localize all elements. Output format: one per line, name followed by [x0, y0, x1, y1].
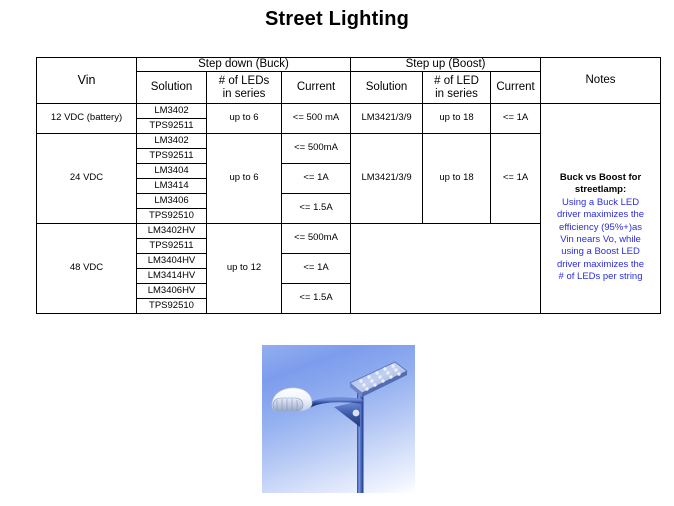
notes-title: Buck vs Boost for streetlamp: [541, 172, 660, 196]
header-buck-leds-line1: # of LEDs [218, 74, 270, 87]
cell-buck-solution-0-0: LM3402 [136, 103, 207, 120]
cell-buck-solution-1-2: LM3404 [136, 163, 207, 180]
cell-buck-solution-2-1: TPS92511 [136, 238, 207, 255]
header-step-down: Step down (Buck) [135, 56, 352, 73]
cell-buck-solution-2-0: LM3402HV [136, 223, 207, 240]
cell-vin-0: 12 VDC (battery) [36, 103, 137, 135]
cell-buck-solution-1-3: LM3414 [136, 178, 207, 195]
cell-buck-current-1-1: <= 1A [280, 163, 352, 195]
cell-boost-solution-0: LM3421/3/9 [350, 103, 424, 135]
header-boost-current: Current [490, 71, 542, 105]
header-buck-leds-line2: in series [222, 87, 266, 100]
solutions-table: Vin Step down (Buck) Step up (Boost) Not… [36, 56, 662, 315]
cell-vin-2: 48 VDC [36, 223, 137, 315]
cell-buck-current-1-0: <= 500mA [280, 133, 352, 165]
street-lamp-photo [262, 345, 415, 493]
cell-buck-solution-2-3: LM3414HV [136, 268, 207, 285]
notes-title-line1: Buck vs Boost for [559, 172, 642, 184]
header-vin: Vin [36, 56, 137, 105]
cell-buck-leds-1: up to 6 [206, 133, 282, 225]
cell-buck-current-2-2: <= 1.5A [280, 283, 352, 315]
bracket-hole [352, 409, 360, 417]
cell-buck-current-2-1: <= 1A [280, 253, 352, 285]
led-panel [349, 361, 408, 397]
cell-buck-solution-2-4: LM3406HV [136, 283, 207, 300]
cell-buck-current-0-0: <= 500 mA [280, 103, 352, 135]
cell-buck-leds-0: up to 6 [206, 103, 282, 135]
header-boost-leds: # of LED in series [422, 71, 492, 105]
street-lamp-illustration [271, 361, 408, 493]
header-buck-leds: # of LEDs in series [206, 71, 282, 105]
cell-buck-solution-2-2: LM3404HV [136, 253, 207, 270]
notes-body-line6: driver maximizes the [556, 258, 645, 270]
cell-buck-solution-1-1: TPS92511 [136, 148, 207, 165]
notes-body: Using a Buck LED driver maximizes the ef… [541, 196, 660, 283]
cell-boost-current-0: <= 1A [490, 103, 542, 135]
header-buck-current: Current [280, 71, 352, 105]
header-boost-leds-line1: # of LED [434, 74, 479, 87]
lamp-head [271, 387, 313, 412]
cell-buck-current-2-0: <= 500mA [280, 223, 352, 255]
cell-buck-solution-1-0: LM3402 [136, 133, 207, 150]
header-boost-solution: Solution [350, 71, 424, 105]
table-row: 12 VDC (battery) LM3402 up to 6 <= 500 m… [36, 103, 662, 315]
cell-boost-leds-1: up to 18 [422, 133, 492, 225]
cell-vin-1: 24 VDC [36, 133, 137, 225]
header-buck-solution: Solution [136, 71, 207, 105]
notes-body-line3: efficiency (95%+)as [559, 221, 643, 233]
table-group-header-row: Vin Step down (Buck) Step up (Boost) Not… [36, 56, 662, 105]
cell-buck-solution-1-5: TPS92510 [136, 208, 207, 225]
cell-buck-solution-0-1: TPS92511 [136, 118, 207, 135]
notes-content: Buck vs Boost for streetlamp: Using a Bu… [541, 134, 660, 283]
notes-body-line7: # of LEDs per string [558, 270, 643, 282]
cell-buck-solution-2-5: TPS92510 [136, 298, 207, 315]
notes-title-line2: streetlamp: [574, 184, 627, 196]
cell-buck-current-1-2: <= 1.5A [280, 193, 352, 225]
cell-notes: Buck vs Boost for streetlamp: Using a Bu… [540, 103, 662, 315]
notes-body-line4: Vin nears Vo, while [560, 233, 641, 245]
notes-body-line1: Using a Buck LED [561, 196, 640, 208]
cell-buck-solution-1-4: LM3406 [136, 193, 207, 210]
header-boost-leds-line2: in series [435, 87, 478, 100]
cell-buck-leds-2: up to 12 [206, 223, 282, 315]
cell-boost-current-1: <= 1A [490, 133, 542, 225]
cell-boost-solution-1: LM3421/3/9 [350, 133, 424, 225]
header-notes: Notes [540, 56, 662, 105]
notes-body-line2: driver maximizes the [556, 209, 645, 221]
notes-body-line5: using a Boost LED [561, 246, 640, 258]
cell-boost-empty-2 [350, 223, 542, 315]
header-step-up: Step up (Boost) [350, 56, 542, 73]
page-title: Street Lighting [264, 8, 410, 30]
cell-boost-leds-0: up to 18 [422, 103, 492, 135]
